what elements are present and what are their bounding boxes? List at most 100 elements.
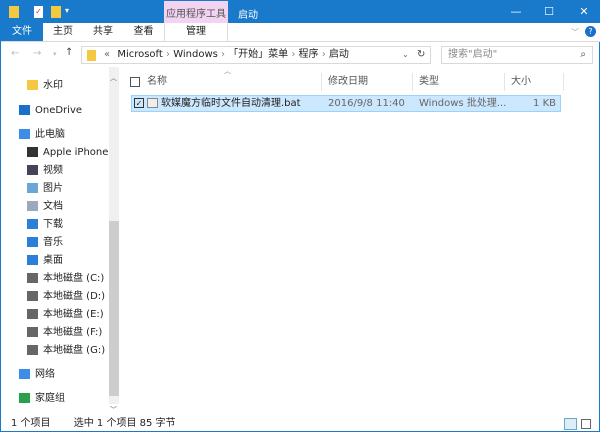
minimize-button[interactable]: — [506,4,526,20]
nav-item[interactable]: 水印 [27,78,63,94]
forward-icon[interactable]: → [33,48,41,59]
nav-item-label: 图片 [43,183,63,194]
file-row[interactable]: ✓ 软媒魔方临时文件自动清理.bat 2016/9/8 11:40 Window… [131,95,561,112]
scroll-down-icon[interactable]: ﹀ [110,405,117,415]
search-icon: ⌕ [580,49,586,60]
ribbon-tab-fill [228,23,600,41]
maximize-button[interactable]: ☐ [539,4,559,20]
nav-item[interactable]: 本地磁盘 (E:) [27,307,104,323]
homegroup-icon [19,393,30,403]
divider [1,41,600,42]
nav-item-label: 音乐 [43,237,63,248]
nav-item-label: Apple iPhone 7 [43,147,118,158]
refresh-icon[interactable]: ↻ [417,47,425,63]
ribbon-tabs: 文件 主页 共享 查看 [1,23,600,41]
nav-item[interactable]: 视频 [27,163,63,179]
column-header-type[interactable]: 类型 [412,73,504,91]
nav-item[interactable]: 音乐 [27,235,63,251]
selection-info: 选中 1 个项目 85 字节 [73,418,176,429]
breadcrumb-overflow[interactable]: « [104,49,110,60]
breadcrumb-item[interactable]: 启动 [329,49,349,60]
drive-icon [27,327,38,337]
scroll-up-icon[interactable]: ︿ [110,73,117,83]
nav-item-label: 水印 [43,80,63,91]
pictures-icon [27,183,38,193]
nav-item-label: 本地磁盘 (G:) [43,345,106,356]
nav-item[interactable]: 本地磁盘 (F:) [27,325,102,341]
nav-item-label: 本地磁盘 (C:) [43,273,105,284]
phone-icon [27,147,38,157]
select-all-checkbox[interactable] [130,77,140,87]
drive-icon [27,273,38,283]
row-checkbox[interactable]: ✓ [134,98,144,108]
network-icon [19,369,30,379]
tab-view[interactable]: 查看 [123,23,164,41]
up-icon[interactable]: ↑ [65,47,73,58]
nav-item[interactable]: 本地磁盘 (D:) [27,289,105,305]
cloud-icon [19,105,30,115]
nav-item[interactable]: 文档 [27,199,63,215]
nav-item-label: 本地磁盘 (E:) [43,309,104,320]
nav-item[interactable]: 本地磁盘 (C:) [27,271,104,287]
nav-item[interactable]: OneDrive [19,103,82,119]
breadcrumb-item[interactable]: Windows [173,49,218,60]
nav-item[interactable]: Apple iPhone 7 [27,145,118,161]
nav-item-label: 桌面 [43,255,63,266]
column-header-name[interactable]: 名称 [141,73,321,91]
nav-item[interactable]: 此电脑 [19,127,65,143]
details-view-icon[interactable] [564,418,577,430]
properties-icon[interactable]: ✓ [34,6,43,18]
file-size: 1 KB [533,98,556,109]
title-bar: ✓ ▾ 启动 — ☐ ✕ [1,1,600,23]
context-tab-label: 应用程序工具 [166,9,226,20]
folder-icon [87,50,96,61]
search-placeholder: 搜索"启动" [448,49,498,60]
breadcrumb-item[interactable]: 程序 [299,49,319,60]
item-count: 1 个项目 [11,418,51,429]
column-header-date[interactable]: 修改日期 [321,73,412,91]
help-icon[interactable]: ? [585,26,596,37]
nav-item-label: 此电脑 [35,129,65,140]
nav-item[interactable]: 本地磁盘 (G:) [27,343,105,359]
breadcrumb-item[interactable]: Microsoft [117,49,163,60]
nav-item-label: 本地磁盘 (F:) [43,327,103,338]
scrollbar-thumb[interactable] [109,221,119,396]
address-dropdown-icon[interactable]: ⌄ [402,47,409,63]
expand-ribbon-icon[interactable]: ﹀ [571,27,579,38]
nav-item[interactable]: 下载 [27,217,63,233]
nav-item[interactable]: 图片 [27,181,63,197]
search-input[interactable]: 搜索"启动" ⌕ [441,46,593,64]
music-icon [27,237,38,247]
address-bar[interactable]: « Microsoft › Windows › 「开始」菜单 › 程序 › 启动… [81,46,431,64]
nav-item-label: 文档 [43,201,63,212]
nav-item[interactable]: 家庭组 [19,391,65,407]
folder-icon [27,80,38,90]
close-button[interactable]: ✕ [574,4,594,20]
desktop-icon [27,255,38,265]
window-title: 启动 [238,10,258,21]
nav-item-label: 本地磁盘 (D:) [43,291,106,302]
file-date: 2016/9/8 11:40 [328,98,405,109]
column-header-size[interactable]: 大小 [504,73,564,91]
customize-toolbar-icon[interactable]: ▾ [65,6,69,15]
file-type: Windows 批处理... [419,98,507,109]
tab-share[interactable]: 共享 [83,23,123,41]
large-icons-view-icon[interactable] [581,419,591,429]
back-icon[interactable]: ← [11,48,19,59]
nav-item-label: 视频 [43,165,63,176]
tab-home[interactable]: 主页 [43,23,83,41]
tab-manage[interactable]: 管理 [164,23,228,41]
breadcrumb-item[interactable]: 「开始」菜单 [228,49,288,60]
recent-locations-icon[interactable]: ▾ [53,50,57,58]
nav-item[interactable]: 网络 [19,367,55,383]
computer-icon [19,129,30,139]
new-folder-icon[interactable] [51,6,61,18]
tab-file[interactable]: 文件 [1,23,43,41]
nav-item-label: OneDrive [35,105,83,116]
documents-icon [27,201,38,211]
download-icon [27,219,38,229]
video-icon [27,165,38,175]
drive-icon [27,291,38,301]
drive-icon [27,309,38,319]
nav-item[interactable]: 桌面 [27,253,63,269]
